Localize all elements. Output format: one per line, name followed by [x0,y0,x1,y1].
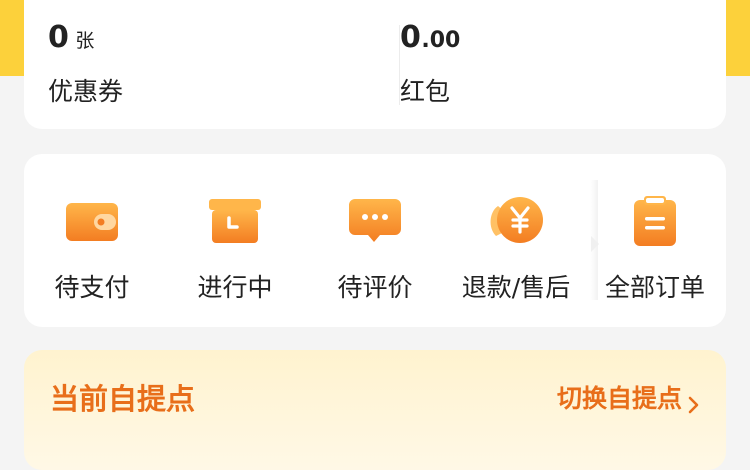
coupon-label: 优惠券 [48,77,124,106]
box-icon [205,193,265,249]
order-refund-aftersale[interactable]: 退款/售后 [446,154,586,327]
order-label: 全部订单 [604,273,705,302]
order-pending-payment[interactable]: 待支付 [22,154,162,327]
redpacket-amount-int: 0 [400,20,422,55]
switch-pickup-label: 切换自提点 [556,384,682,413]
refund-yen-icon [486,193,546,249]
redpacket-label: 红包 [400,77,451,106]
redpacket-amount-dec: .00 [421,28,461,53]
clipboard-icon [625,193,685,249]
coupon-stat[interactable]: 0 张 优惠券 [48,20,123,108]
wallet-icon [62,193,122,249]
coupon-count: 0 [48,20,70,55]
order-label: 进行中 [197,273,273,302]
order-label: 待评价 [337,273,413,302]
wallet-card: 0 张 优惠券 0 .00 红包 [24,0,726,129]
redpacket-stat[interactable]: 0 .00 红包 [400,20,460,108]
order-in-progress[interactable]: 进行中 [165,154,305,327]
order-label: 退款/售后 [461,273,571,302]
coupon-unit: 张 [75,30,95,52]
switch-pickup-button[interactable]: 切换自提点 [557,379,700,415]
chevron-right-icon [688,391,700,414]
order-to-review[interactable]: 待评价 [305,154,445,327]
order-label: 待支付 [54,273,130,302]
chat-bubble-icon [345,193,405,249]
orders-card: 待支付 进行中 待评价 退款/售后 全部订单 [24,154,726,327]
pickup-title: 当前自提点 [50,382,196,416]
pickup-point-card: 当前自提点 切换自提点 [24,350,726,470]
order-all[interactable]: 全部订单 [585,154,725,327]
